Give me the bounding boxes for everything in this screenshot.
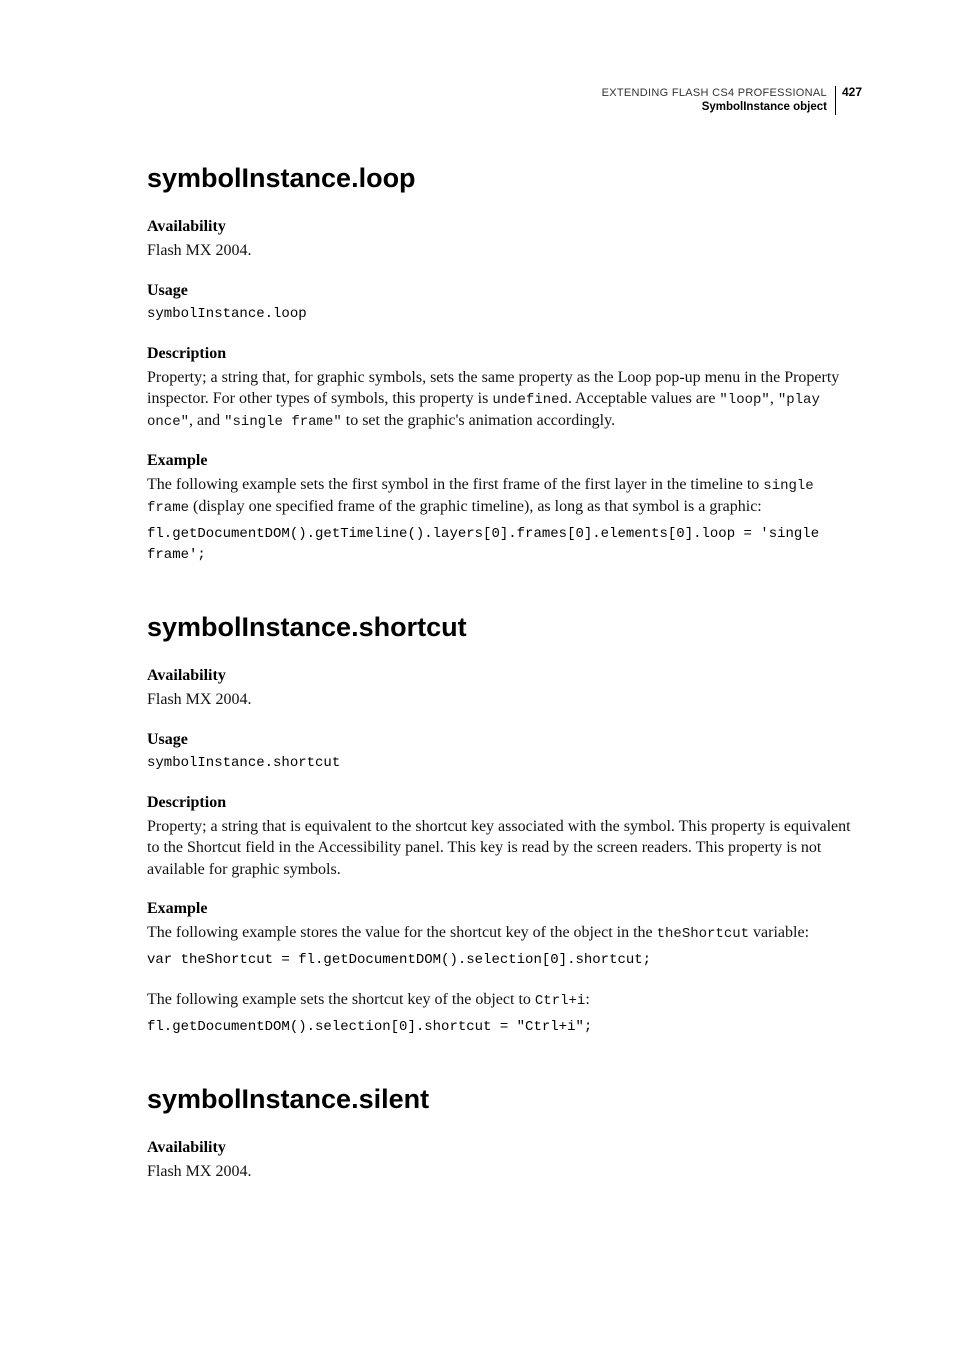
code-inline: theShortcut [657, 926, 749, 942]
example-text: The following example sets the first sym… [147, 474, 862, 518]
description-block: Description Property; a string that, for… [147, 345, 862, 432]
description-text: Property; a string that is equivalent to… [147, 816, 862, 881]
description-text: Property; a string that, for graphic sym… [147, 367, 862, 432]
example-block: Example The following example stores the… [147, 900, 862, 1038]
availability-heading: Availability [147, 218, 862, 236]
availability-text: Flash MX 2004. [147, 240, 862, 262]
usage-code: symbolInstance.shortcut [147, 753, 862, 774]
section-title: SymbolInstance object [602, 100, 827, 115]
code-inline: "loop" [719, 392, 769, 408]
section-loop: symbolInstance.loop Availability Flash M… [147, 163, 862, 566]
availability-block: Availability Flash MX 2004. [147, 1139, 862, 1183]
desc-part: , [770, 390, 778, 407]
desc-part: , and [189, 412, 224, 429]
availability-block: Availability Flash MX 2004. [147, 667, 862, 711]
doc-title: EXTENDING FLASH CS4 PROFESSIONAL [602, 86, 827, 100]
desc-part: . Acceptable values are [568, 390, 719, 407]
availability-block: Availability Flash MX 2004. [147, 218, 862, 262]
ex-part: : [585, 991, 589, 1008]
usage-heading: Usage [147, 731, 862, 749]
section-silent: symbolInstance.silent Availability Flash… [147, 1084, 862, 1183]
example-text-1: The following example stores the value f… [147, 922, 862, 944]
usage-block: Usage symbolInstance.loop [147, 282, 862, 325]
example-code: fl.getDocumentDOM().getTimeline().layers… [147, 524, 862, 566]
ex-part: The following example sets the shortcut … [147, 991, 535, 1008]
code-inline: undefined [492, 392, 568, 408]
description-heading: Description [147, 794, 862, 812]
usage-block: Usage symbolInstance.shortcut [147, 731, 862, 774]
page-header: EXTENDING FLASH CS4 PROFESSIONAL SymbolI… [147, 86, 862, 115]
usage-code: symbolInstance.loop [147, 304, 862, 325]
desc-part: to set the graphic's animation according… [342, 412, 615, 429]
page: EXTENDING FLASH CS4 PROFESSIONAL SymbolI… [0, 0, 954, 1349]
heading-loop: symbolInstance.loop [147, 163, 862, 194]
description-heading: Description [147, 345, 862, 363]
availability-heading: Availability [147, 667, 862, 685]
availability-text: Flash MX 2004. [147, 1161, 862, 1183]
ex-part: The following example stores the value f… [147, 924, 657, 941]
availability-text: Flash MX 2004. [147, 689, 862, 711]
section-shortcut: symbolInstance.shortcut Availability Fla… [147, 612, 862, 1038]
ex-part: variable: [749, 924, 809, 941]
code-inline: "single frame" [224, 414, 342, 430]
example-text-2: The following example sets the shortcut … [147, 989, 862, 1011]
availability-heading: Availability [147, 1139, 862, 1157]
header-text-block: EXTENDING FLASH CS4 PROFESSIONAL SymbolI… [602, 86, 836, 115]
example-heading: Example [147, 452, 862, 470]
heading-shortcut: symbolInstance.shortcut [147, 612, 862, 643]
example-code-2: fl.getDocumentDOM().selection[0].shortcu… [147, 1017, 862, 1038]
description-block: Description Property; a string that is e… [147, 794, 862, 881]
ex-part: The following example sets the first sym… [147, 476, 763, 493]
code-inline: Ctrl+i [535, 993, 585, 1009]
example-block: Example The following example sets the f… [147, 452, 862, 566]
page-number: 427 [836, 86, 862, 99]
ex-part: (display one specified frame of the grap… [189, 498, 762, 515]
heading-silent: symbolInstance.silent [147, 1084, 862, 1115]
example-code-1: var theShortcut = fl.getDocumentDOM().se… [147, 950, 862, 971]
example-heading: Example [147, 900, 862, 918]
usage-heading: Usage [147, 282, 862, 300]
